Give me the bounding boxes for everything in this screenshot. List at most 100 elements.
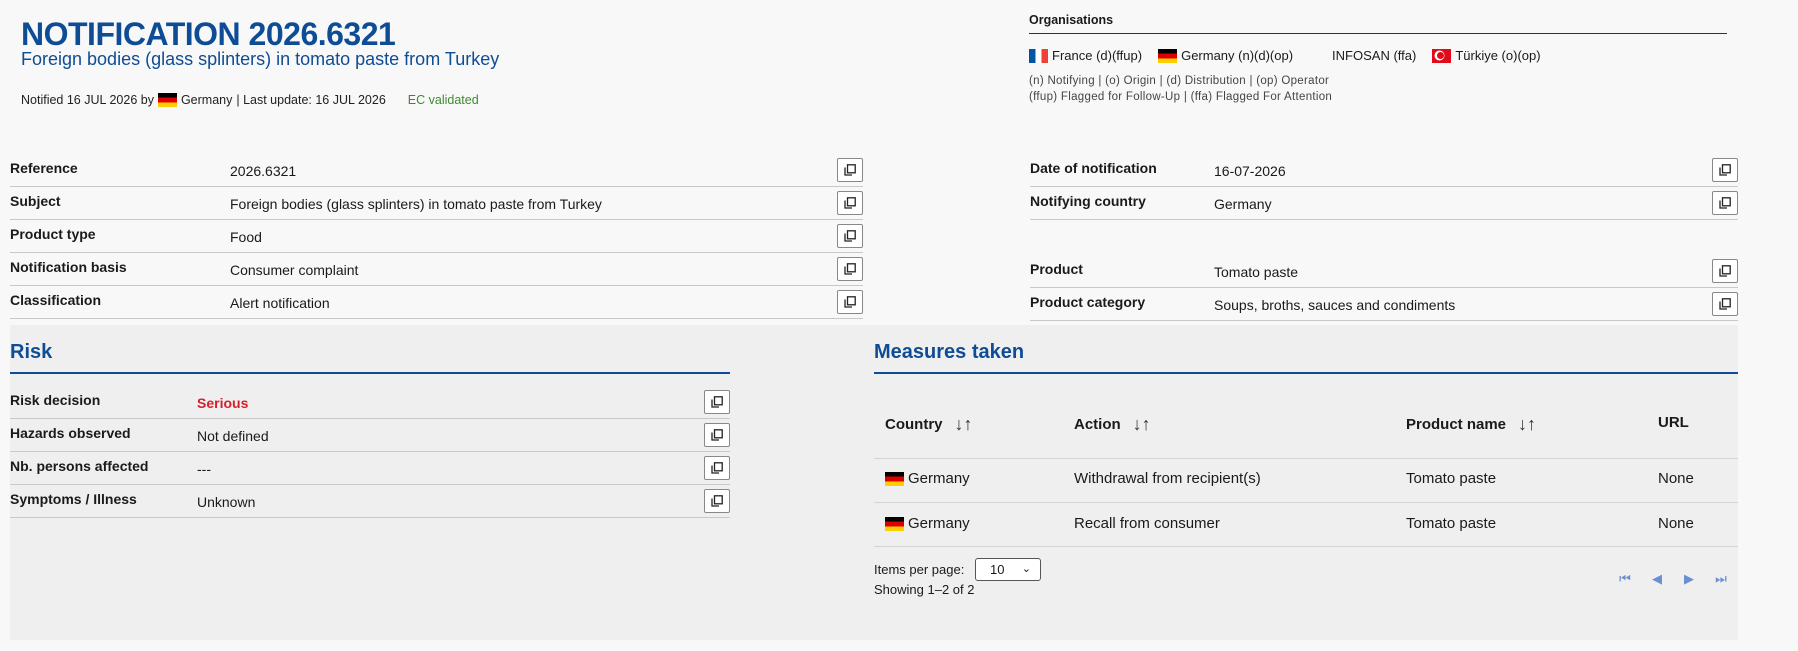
copy-icon bbox=[711, 396, 723, 408]
copy-icon bbox=[1719, 164, 1731, 176]
validated-badge: EC validated bbox=[407, 93, 479, 107]
org-item: France (d)(ffup) bbox=[1052, 48, 1143, 63]
detail-label: Product type bbox=[10, 226, 96, 242]
copy-button[interactable] bbox=[1712, 191, 1738, 215]
risk-label: Risk decision bbox=[10, 392, 101, 408]
detail-row-date-of-notification: Date of notification 16-07-2026 bbox=[1030, 154, 1738, 187]
column-label: URL bbox=[1658, 414, 1689, 431]
copy-icon bbox=[711, 495, 723, 507]
copy-icon bbox=[1719, 265, 1731, 277]
org-item: Germany (n)(d)(op) bbox=[1181, 48, 1294, 63]
table-cell-url: None bbox=[1658, 515, 1694, 532]
sort-icon[interactable]: ↓↑ bbox=[1133, 414, 1151, 435]
items-per-page-value: 10 bbox=[990, 562, 1005, 577]
copy-button[interactable] bbox=[1712, 292, 1738, 316]
sort-icon[interactable]: ↓↑ bbox=[1518, 414, 1536, 435]
notified-country: Germany bbox=[180, 93, 233, 107]
notified-line: Notified 16 JUL 2026 by Germany | Last u… bbox=[21, 93, 479, 107]
table-divider bbox=[874, 458, 1738, 459]
copy-icon bbox=[711, 429, 723, 441]
detail-row-subject: Subject Foreign bodies (glass splinters)… bbox=[10, 187, 863, 220]
copy-icon bbox=[711, 462, 723, 474]
next-page-icon[interactable]: ▶ bbox=[1679, 570, 1699, 588]
table-row-divider bbox=[874, 502, 1738, 503]
measures-title: Measures taken bbox=[874, 341, 1025, 363]
risk-divider bbox=[10, 372, 730, 374]
risk-value: Unknown bbox=[197, 494, 256, 510]
column-label: Country bbox=[885, 416, 943, 433]
copy-button[interactable] bbox=[837, 158, 863, 182]
risk-decision-value: Serious bbox=[197, 395, 249, 411]
table-row-divider bbox=[874, 546, 1738, 547]
last-update: | Last update: 16 JUL 2026 bbox=[236, 93, 386, 107]
germany-flag-icon bbox=[1158, 48, 1178, 63]
detail-label: Notifying country bbox=[1030, 193, 1146, 209]
infosan-flag-icon bbox=[1309, 49, 1328, 63]
table-cell-product: Tomato paste bbox=[1406, 470, 1497, 487]
detail-value: Foreign bodies (glass splinters) in toma… bbox=[230, 196, 602, 212]
last-page-icon[interactable]: ⏭ bbox=[1711, 570, 1731, 588]
sort-icon[interactable]: ↓↑ bbox=[955, 414, 973, 435]
legend-line-2: (ffup) Flagged for Follow-Up | (ffa) Fla… bbox=[1029, 91, 1333, 103]
copy-button[interactable] bbox=[704, 456, 730, 480]
items-per-page-select[interactable]: 10 ⌄ bbox=[975, 558, 1041, 581]
table-cell-country: Germany bbox=[885, 470, 970, 487]
detail-label: Product category bbox=[1030, 294, 1146, 310]
detail-value: 2026.6321 bbox=[230, 163, 297, 179]
org-item: INFOSAN (ffa) bbox=[1332, 48, 1417, 63]
copy-button[interactable] bbox=[704, 489, 730, 513]
table-cell-action: Recall from consumer bbox=[1074, 515, 1220, 532]
detail-value: Soups, broths, sauces and condiments bbox=[1214, 297, 1456, 313]
organisations-list: France (d)(ffup) Germany (n)(d)(op) INFO… bbox=[1029, 48, 1541, 63]
column-label: Action bbox=[1074, 416, 1121, 433]
detail-value: Food bbox=[230, 229, 262, 245]
risk-row-hazards: Hazards observed Not defined bbox=[10, 419, 730, 452]
copy-icon bbox=[844, 230, 856, 242]
table-cell-action: Withdrawal from recipient(s) bbox=[1074, 470, 1261, 487]
copy-button[interactable] bbox=[837, 290, 863, 314]
detail-row-product: Product Tomato paste bbox=[1030, 255, 1738, 288]
copy-button[interactable] bbox=[1712, 158, 1738, 182]
org-item: Türkiye (o)(op) bbox=[1455, 48, 1541, 63]
detail-label: Notification basis bbox=[10, 259, 127, 275]
risk-row-decision: Risk decision Serious bbox=[10, 386, 730, 419]
copy-button[interactable] bbox=[837, 191, 863, 215]
germany-flag-icon bbox=[157, 93, 177, 107]
copy-button[interactable] bbox=[704, 423, 730, 447]
items-per-page-label: Items per page: bbox=[874, 562, 965, 577]
detail-row-notifying-country: Notifying country Germany bbox=[1030, 187, 1738, 220]
detail-row-product-category: Product category Soups, broths, sauces a… bbox=[1030, 288, 1738, 321]
risk-row-symptoms: Symptoms / Illness Unknown bbox=[10, 485, 730, 518]
detail-value: 16-07-2026 bbox=[1214, 163, 1286, 179]
detail-row-classification: Classification Alert notification bbox=[10, 286, 863, 319]
detail-value: Germany bbox=[1214, 196, 1272, 212]
column-header-product-name[interactable]: Product name ↓↑ bbox=[1406, 414, 1536, 435]
organisations-heading: Organisations bbox=[1029, 13, 1727, 34]
copy-icon bbox=[844, 296, 856, 308]
copy-button[interactable] bbox=[837, 257, 863, 281]
risk-label: Nb. persons affected bbox=[10, 458, 149, 474]
detail-row-reference: Reference 2026.6321 bbox=[10, 154, 863, 187]
country-text: Germany bbox=[908, 470, 970, 487]
risk-title: Risk bbox=[10, 341, 53, 363]
copy-icon bbox=[844, 263, 856, 275]
table-cell-url: None bbox=[1658, 470, 1694, 487]
page-subtitle: Foreign bodies (glass splinters) in toma… bbox=[21, 49, 500, 69]
first-page-icon[interactable]: ⏮ bbox=[1615, 570, 1635, 588]
detail-label: Date of notification bbox=[1030, 160, 1157, 176]
copy-button[interactable] bbox=[1712, 259, 1738, 283]
copy-button[interactable] bbox=[704, 390, 730, 414]
notified-prefix: Notified 16 JUL 2026 by bbox=[21, 93, 154, 107]
prev-page-icon[interactable]: ◀ bbox=[1647, 570, 1667, 588]
detail-value: Alert notification bbox=[230, 295, 330, 311]
risk-label: Hazards observed bbox=[10, 425, 131, 441]
copy-button[interactable] bbox=[837, 224, 863, 248]
germany-flag-icon bbox=[885, 516, 904, 531]
column-header-action[interactable]: Action ↓↑ bbox=[1074, 414, 1151, 435]
detail-label: Subject bbox=[10, 193, 61, 209]
copy-icon bbox=[844, 197, 856, 209]
detail-row-notification-basis: Notification basis Consumer complaint bbox=[10, 253, 863, 286]
column-label: Product name bbox=[1406, 416, 1507, 433]
column-header-country[interactable]: Country ↓↑ bbox=[885, 414, 973, 435]
risk-value: --- bbox=[197, 461, 211, 477]
